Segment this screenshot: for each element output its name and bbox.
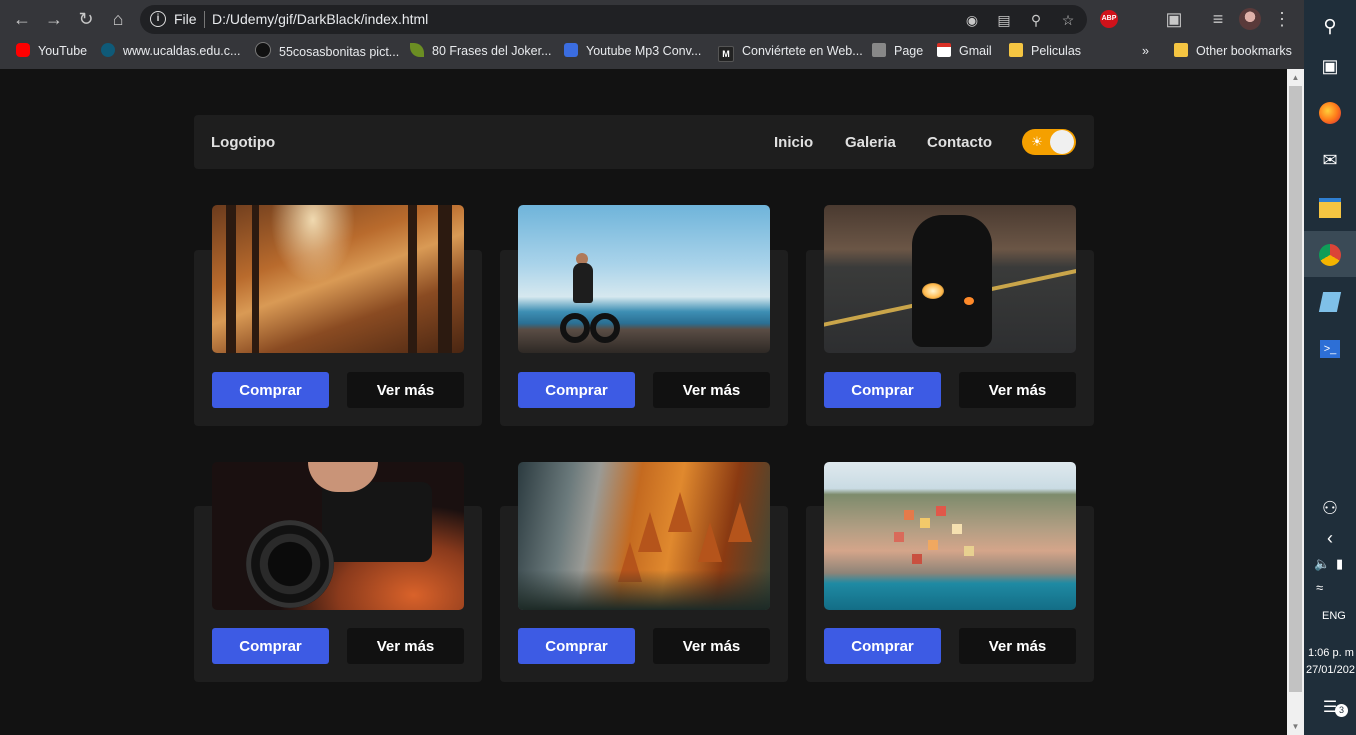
language-indicator[interactable]: ENG — [1322, 610, 1346, 622]
mail-icon[interactable]: ✉ — [1316, 146, 1344, 174]
profile-avatar[interactable] — [1239, 8, 1261, 30]
clock-date[interactable]: 27/01/202 — [1306, 664, 1355, 676]
bookmark-joker[interactable]: 80 Frases del Joker... — [410, 42, 552, 60]
translate-icon[interactable]: ▤ — [994, 10, 1014, 30]
people-icon[interactable]: ⚇ — [1316, 494, 1344, 522]
cookie-blocked-icon[interactable]: ◉ — [962, 10, 982, 30]
browser-chrome: ← → ↻ ⌂ i File D:/Udemy/gif/DarkBlack/in… — [0, 0, 1304, 69]
comprar-button[interactable]: Comprar — [824, 372, 941, 408]
dark-circle-icon — [255, 42, 271, 58]
clock-time[interactable]: 1:06 p. m — [1308, 647, 1354, 659]
youtube-icon — [16, 43, 30, 57]
theme-toggle[interactable]: ☀ — [1022, 129, 1076, 155]
home-icon[interactable]: ⌂ — [106, 7, 130, 31]
scroll-down-icon[interactable]: ▼ — [1287, 718, 1304, 735]
ver-mas-button[interactable]: Ver más — [347, 372, 464, 408]
beach-bike-photo — [518, 205, 770, 353]
toggle-knob — [1050, 130, 1074, 154]
bookmarks-bar: YouTube www.ucaldas.edu.c... 55cosasboni… — [0, 38, 1304, 64]
forest-path-photo — [212, 205, 464, 353]
bookmark-youtube[interactable]: YouTube — [16, 42, 87, 60]
leaf-icon — [410, 43, 424, 57]
windows-taskbar: ⚲ ▣ ✉ >_ ⚇ ‹ 🔈 ▮ ≈ ENG 1:06 p. m 27/01/2… — [1304, 0, 1356, 735]
browser-toolbar: ← → ↻ ⌂ i File D:/Udemy/gif/DarkBlack/in… — [0, 0, 1304, 38]
bookmark-mp3[interactable]: Youtube Mp3 Conv... — [564, 42, 701, 60]
kebab-menu-icon[interactable]: ⋮ — [1270, 7, 1294, 31]
bookmark-ucaldas[interactable]: www.ucaldas.edu.c... — [101, 42, 240, 60]
address-bar[interactable]: i File D:/Udemy/gif/DarkBlack/index.html… — [140, 5, 1087, 34]
bookmarks-overflow-icon[interactable]: » — [1142, 42, 1149, 60]
cast-icon[interactable]: ▣ — [1162, 7, 1186, 31]
folder-icon — [1009, 43, 1023, 57]
comprar-button[interactable]: Comprar — [518, 628, 635, 664]
reload-icon[interactable]: ↻ — [74, 7, 98, 31]
notebook-icon[interactable] — [1316, 287, 1344, 315]
url-scheme: File — [174, 11, 197, 27]
nav-link-contacto[interactable]: Contacto — [927, 134, 992, 151]
bookmark-gmail[interactable]: Gmail — [937, 42, 992, 60]
folder-icon — [1174, 43, 1188, 57]
scrollbar-thumb[interactable] — [1289, 86, 1302, 692]
search-icon[interactable]: ⚲ — [1316, 12, 1344, 40]
scroll-up-icon[interactable]: ▲ — [1287, 69, 1304, 86]
site-navbar: Logotipo Inicio Galeria Contacto ☀ — [194, 115, 1094, 169]
task-view-icon[interactable]: ▣ — [1316, 52, 1344, 80]
m-icon: M — [718, 46, 734, 62]
zoom-icon[interactable]: ⚲ — [1026, 10, 1046, 30]
autumn-cliff-photo — [518, 462, 770, 610]
adblock-extension-icon[interactable]: ABP — [1100, 10, 1118, 28]
bookmark-peliculas[interactable]: Peliculas — [1009, 42, 1081, 60]
bookmark-page[interactable]: Page — [872, 42, 923, 60]
powershell-icon[interactable]: >_ — [1316, 334, 1344, 362]
ver-mas-button[interactable]: Ver más — [653, 628, 770, 664]
battery-icon[interactable]: ▮ — [1336, 556, 1343, 572]
chevron-left-icon[interactable]: ‹ — [1316, 524, 1344, 552]
file-explorer-icon[interactable] — [1316, 193, 1344, 221]
bookmark-55cosas[interactable]: 55cosasbonitas pict... — [255, 42, 399, 60]
bookmark-star-icon[interactable]: ☆ — [1058, 10, 1078, 30]
gmail-icon — [937, 43, 951, 57]
wifi-icon[interactable]: ≈ — [1316, 580, 1323, 595]
nav-link-galeria[interactable]: Galeria — [845, 134, 896, 151]
ver-mas-button[interactable]: Ver más — [347, 628, 464, 664]
media-queue-icon[interactable]: ≡ — [1206, 7, 1230, 31]
nav-link-inicio[interactable]: Inicio — [774, 134, 813, 151]
sun-icon: ☀ — [1031, 134, 1043, 149]
chrome-icon[interactable] — [1316, 240, 1344, 268]
ucaldas-icon — [101, 43, 115, 57]
url-divider — [204, 11, 205, 28]
ver-mas-button[interactable]: Ver más — [959, 372, 1076, 408]
ver-mas-button[interactable]: Ver más — [959, 628, 1076, 664]
site-info-icon[interactable]: i — [150, 11, 166, 27]
camera-lens-photo — [212, 462, 464, 610]
bookmark-web[interactable]: M Conviértete en Web... — [718, 42, 863, 62]
bookmark-other[interactable]: Other bookmarks — [1174, 42, 1292, 60]
forward-arrow-icon[interactable]: → — [42, 7, 66, 31]
back-arrow-icon[interactable]: ← — [10, 7, 34, 31]
volume-icon[interactable]: 🔈 — [1314, 556, 1330, 572]
firefox-icon[interactable] — [1316, 98, 1344, 126]
coastal-town-photo — [824, 462, 1076, 610]
comprar-button[interactable]: Comprar — [518, 372, 635, 408]
motorcycle-night-photo — [824, 205, 1076, 353]
notification-count-badge: 3 — [1335, 704, 1348, 717]
mp3-icon — [564, 43, 578, 57]
site-logo[interactable]: Logotipo — [211, 134, 275, 151]
page-icon — [872, 43, 886, 57]
comprar-button[interactable]: Comprar — [212, 372, 329, 408]
url-text[interactable]: D:/Udemy/gif/DarkBlack/index.html — [212, 11, 428, 27]
comprar-button[interactable]: Comprar — [212, 628, 329, 664]
ver-mas-button[interactable]: Ver más — [653, 372, 770, 408]
comprar-button[interactable]: Comprar — [824, 628, 941, 664]
